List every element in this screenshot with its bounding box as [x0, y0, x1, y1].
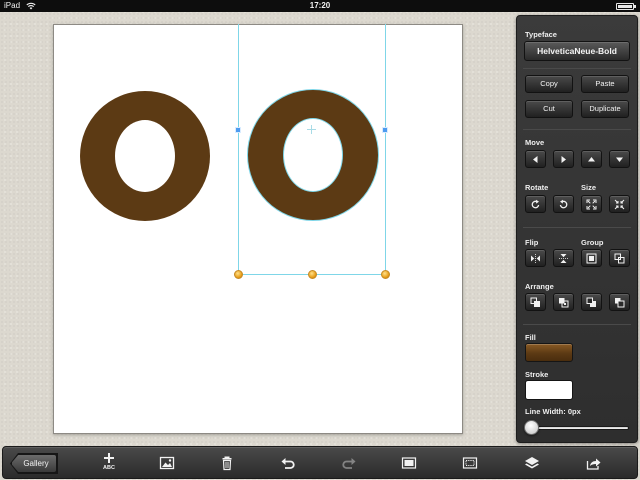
- trash-icon: [222, 456, 232, 471]
- fill-label: Fill: [525, 333, 536, 342]
- rotate-label: Rotate: [525, 183, 549, 192]
- flip-horizontal-icon: [531, 254, 540, 263]
- add-image-button[interactable]: [159, 455, 175, 471]
- arrow-down-icon: [616, 157, 623, 162]
- frame-icon: [462, 457, 478, 469]
- stroke-color-swatch[interactable]: [525, 380, 573, 400]
- move-up-button[interactable]: [581, 150, 602, 168]
- share-icon: [586, 458, 601, 470]
- glyph-o-right-selected[interactable]: [248, 90, 378, 220]
- frame-button[interactable]: [462, 455, 478, 471]
- arrow-left-icon: [533, 156, 538, 163]
- typeface-button[interactable]: HelveticaNeue-Bold: [524, 41, 630, 61]
- flip-vertical-icon: [559, 254, 568, 263]
- drawing-canvas[interactable]: [53, 24, 463, 434]
- send-to-back-icon: [615, 298, 625, 308]
- arrow-up-icon: [588, 157, 595, 162]
- copy-button[interactable]: Copy: [525, 75, 573, 93]
- panel-divider: [523, 68, 631, 69]
- group-button[interactable]: [581, 249, 602, 267]
- line-width-slider-thumb[interactable]: [524, 420, 539, 435]
- bring-to-front-button[interactable]: [525, 293, 546, 311]
- corner-handle-bottom-left[interactable]: [234, 270, 243, 279]
- arrow-right-icon: [561, 156, 566, 163]
- battery-icon: [616, 3, 636, 10]
- size-label: Size: [581, 183, 597, 192]
- inspector-panel: Typeface HelveticaNeue-Bold Copy Paste C…: [516, 15, 638, 443]
- send-backward-icon: [586, 297, 596, 307]
- rotate-counterclockwise-icon: [559, 199, 568, 209]
- send-to-back-button[interactable]: [609, 293, 630, 311]
- undo-button[interactable]: [280, 455, 296, 471]
- redo-button[interactable]: [341, 455, 357, 471]
- center-crosshair-icon: [307, 125, 316, 134]
- bottom-toolbar: Gallery ABC: [2, 446, 638, 479]
- size-decrease-button[interactable]: [609, 195, 630, 213]
- flip-label: Flip: [525, 238, 539, 247]
- status-clock: 17:20: [309, 1, 331, 10]
- selection-edge-left: [238, 24, 239, 275]
- rotate-clockwise-icon: [531, 199, 540, 209]
- group-icon: [586, 253, 597, 264]
- fill-color-swatch[interactable]: [525, 343, 573, 362]
- bring-forward-button[interactable]: [553, 293, 574, 311]
- group-label: Group: [581, 238, 604, 247]
- resize-handle-right[interactable]: [382, 127, 388, 133]
- panel-divider: [523, 324, 631, 325]
- glyph-o-left[interactable]: [80, 91, 210, 221]
- move-label: Move: [525, 138, 545, 147]
- delete-button[interactable]: [219, 455, 235, 471]
- gallery-back-button[interactable]: Gallery: [11, 454, 57, 473]
- cut-button[interactable]: Cut: [525, 100, 573, 118]
- send-backward-button[interactable]: [581, 293, 602, 311]
- undo-icon: [281, 458, 295, 469]
- rotate-counterclockwise-button[interactable]: [553, 195, 574, 213]
- line-width-slider-track[interactable]: [529, 426, 629, 430]
- rotate-handle-bottom-center[interactable]: [308, 270, 317, 279]
- redo-icon: [342, 458, 356, 469]
- resize-handle-left[interactable]: [235, 127, 241, 133]
- flip-vertical-button[interactable]: [553, 249, 574, 267]
- move-right-button[interactable]: [553, 150, 574, 168]
- add-text-caption: ABC: [103, 465, 115, 471]
- shrink-icon: [614, 199, 625, 210]
- add-image-icon: [159, 456, 175, 470]
- corner-handle-bottom-right[interactable]: [381, 270, 390, 279]
- stroke-label: Stroke: [525, 370, 549, 379]
- duplicate-button[interactable]: Duplicate: [581, 100, 629, 118]
- add-text-button[interactable]: ABC: [99, 452, 119, 476]
- panel-divider: [523, 227, 631, 228]
- layers-button[interactable]: [524, 455, 540, 471]
- size-increase-button[interactable]: [581, 195, 602, 213]
- selection-edge-right: [385, 24, 386, 275]
- line-width-label: Line Width: 0px: [525, 407, 581, 416]
- arrange-label: Arrange: [525, 282, 554, 291]
- canvas-background-button[interactable]: [401, 455, 417, 471]
- expand-icon: [586, 199, 597, 210]
- move-left-button[interactable]: [525, 150, 546, 168]
- rotate-clockwise-button[interactable]: [525, 195, 546, 213]
- ungroup-button[interactable]: [609, 249, 630, 267]
- ungroup-icon: [614, 253, 625, 264]
- status-bar: iPad 17:20: [0, 0, 640, 12]
- flip-horizontal-button[interactable]: [525, 249, 546, 267]
- typeface-label: Typeface: [525, 30, 557, 39]
- layers-icon: [525, 457, 539, 469]
- add-text-icon: [104, 453, 114, 463]
- canvas-background-icon: [401, 457, 417, 469]
- move-down-button[interactable]: [609, 150, 630, 168]
- bring-forward-icon: [559, 298, 569, 308]
- share-button[interactable]: [586, 455, 602, 471]
- panel-divider: [523, 129, 631, 130]
- bring-to-front-icon: [530, 297, 540, 307]
- paste-button[interactable]: Paste: [581, 75, 629, 93]
